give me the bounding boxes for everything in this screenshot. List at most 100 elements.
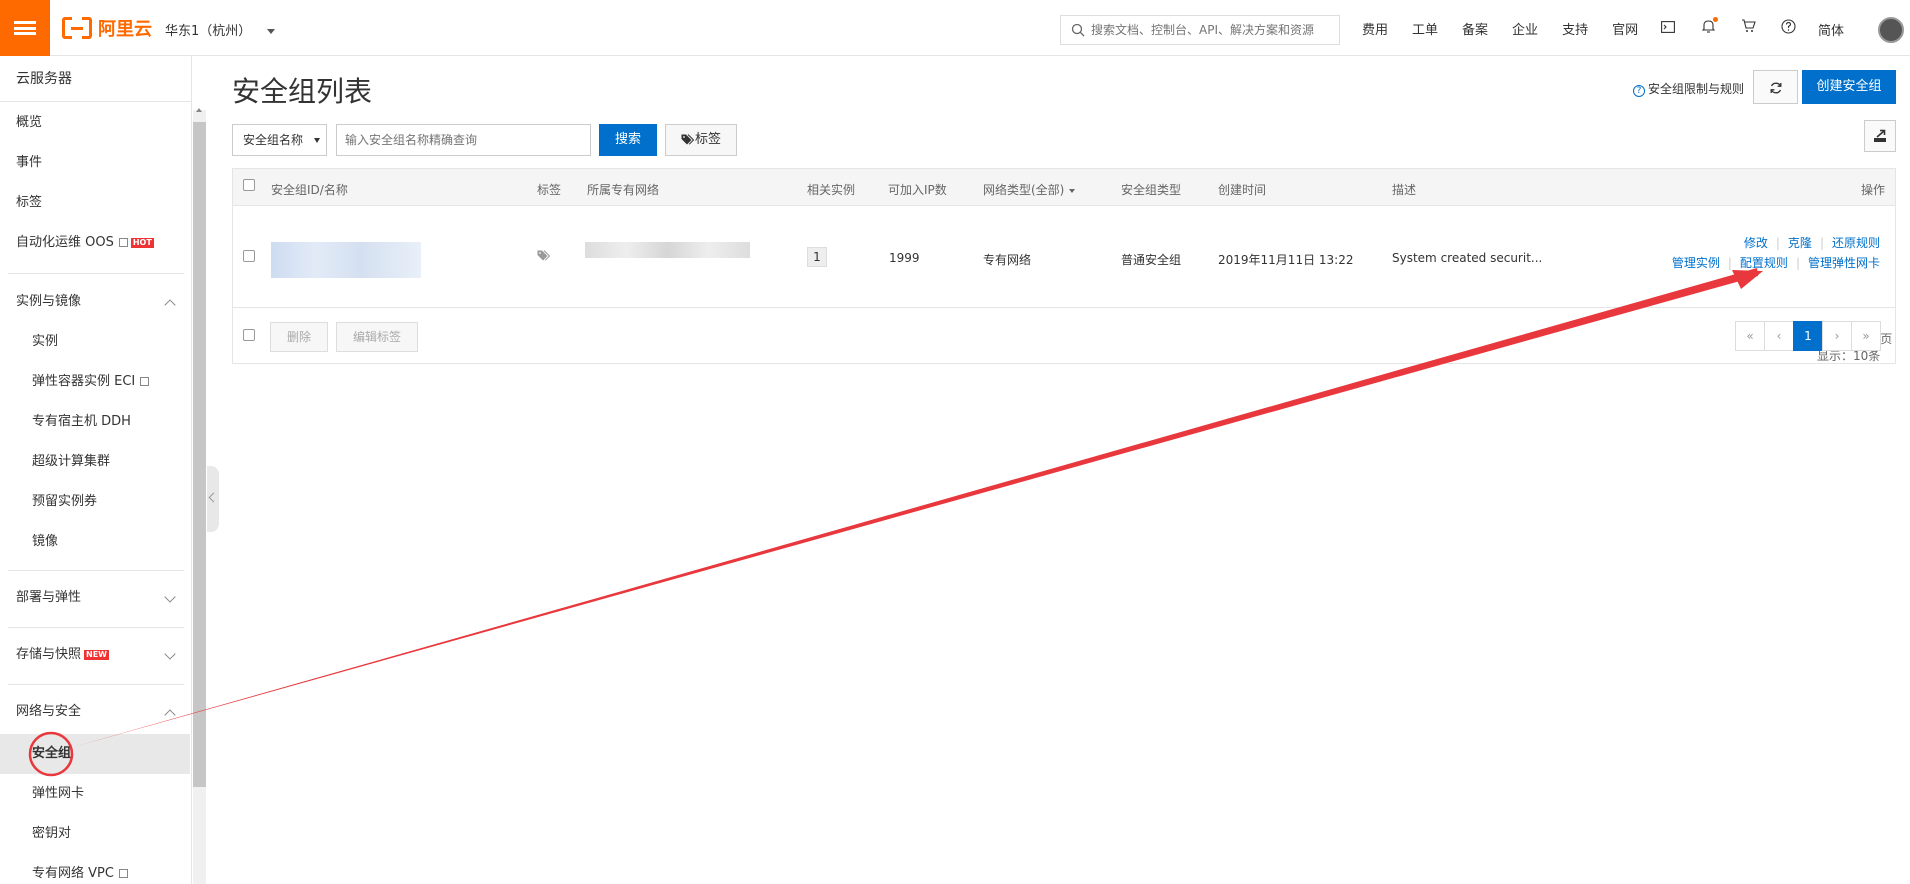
description-value: System created securit... <box>1392 251 1543 265</box>
op-modify-link[interactable]: 修改 <box>1744 236 1768 250</box>
sidebar-title[interactable]: 云服务器 <box>0 56 191 102</box>
create-security-group-button[interactable]: 创建安全组 <box>1802 70 1896 104</box>
external-link-icon <box>140 377 150 386</box>
nav-link-website[interactable]: 官网 <box>1600 19 1650 38</box>
sidebar-item-images[interactable]: 镜像 <box>0 522 190 562</box>
page-last-button[interactable]: » <box>1851 321 1881 351</box>
external-link-icon <box>118 238 128 247</box>
sidebar-item-keypair[interactable]: 密钥对 <box>0 814 190 854</box>
limits-rules-link[interactable]: ? 安全组限制与规则 <box>1633 80 1744 97</box>
col-header-id-name: 安全组ID/名称 <box>271 183 348 197</box>
sidebar-item-label: 标签 <box>16 195 43 210</box>
sidebar-item-label: 安全组 <box>32 746 72 761</box>
top-links: 费用 工单 备案 企业 支持 官网 <box>1350 0 1650 56</box>
page-prev-button[interactable]: ‹ <box>1764 321 1794 351</box>
language-switch[interactable]: 简体 <box>1818 20 1844 39</box>
col-header-instances: 相关实例 <box>807 183 856 197</box>
sidebar-scrollbar-thumb[interactable] <box>193 122 206 787</box>
separator: | <box>1795 256 1800 270</box>
vpc-id-redacted[interactable] <box>585 242 750 258</box>
row-checkbox[interactable] <box>243 250 255 262</box>
divider <box>8 273 184 274</box>
security-group-query-input[interactable] <box>336 124 591 156</box>
op-clone-link[interactable]: 克隆 <box>1788 236 1812 250</box>
sg-type-value: 普通安全组 <box>1121 253 1182 267</box>
related-instances-count[interactable]: 1 <box>807 247 827 267</box>
export-button[interactable] <box>1864 120 1896 152</box>
sidebar-collapse-handle[interactable] <box>207 466 219 532</box>
global-search[interactable] <box>1060 15 1340 45</box>
logo-text: 阿里云 <box>98 19 152 40</box>
sidebar: 云服务器 概览 事件 标签 自动化运维 OOS HOT 实例与镜像 实例 弹性容器… <box>0 56 192 884</box>
sidebar-item-vpc[interactable]: 专有网络 VPC <box>0 854 190 884</box>
col-header-sg-type: 安全组类型 <box>1121 183 1182 197</box>
col-header-ip-count: 可加入IP数 <box>888 183 947 197</box>
sidebar-item-supercluster[interactable]: 超级计算集群 <box>0 442 190 482</box>
aliyun-logo[interactable]: 阿里云 <box>62 16 152 42</box>
help-icon[interactable] <box>1768 18 1808 38</box>
caret-down-icon <box>1069 188 1076 193</box>
page-1-button[interactable]: 1 <box>1793 321 1823 351</box>
sidebar-item-eni[interactable]: 弹性网卡 <box>0 774 190 814</box>
op-restore-rules-link[interactable]: 还原规则 <box>1832 236 1880 250</box>
sidebar-section-label: 实例与镜像 <box>16 294 82 309</box>
user-avatar[interactable] <box>1878 17 1904 43</box>
sidebar-item-events[interactable]: 事件 <box>0 143 190 183</box>
nav-link-support[interactable]: 支持 <box>1550 19 1600 38</box>
sidebar-item-ddh[interactable]: 专有宿主机 DDH <box>0 402 190 442</box>
menu-icon[interactable] <box>0 0 50 56</box>
sidebar-item-overview[interactable]: 概览 <box>0 103 190 143</box>
separator: | <box>1819 236 1824 250</box>
row-ops-line2: 管理实例 | 配置规则 | 管理弹性网卡 <box>1672 254 1880 271</box>
sidebar-section-network[interactable]: 网络与安全 <box>0 692 190 732</box>
divider <box>8 684 184 685</box>
cart-icon[interactable] <box>1728 19 1768 37</box>
sidebar-item-tags[interactable]: 标签 <box>0 183 190 223</box>
refresh-button[interactable] <box>1753 70 1798 104</box>
nav-link-icp[interactable]: 备案 <box>1450 19 1500 38</box>
sidebar-section-instances[interactable]: 实例与镜像 <box>0 282 190 322</box>
op-config-rules-link[interactable]: 配置规则 <box>1740 256 1788 270</box>
row-tag-icon[interactable] <box>537 250 551 265</box>
op-manage-instances-link[interactable]: 管理实例 <box>1672 256 1720 270</box>
bell-icon[interactable] <box>1688 17 1728 37</box>
page-next-button[interactable]: › <box>1822 321 1852 351</box>
col-header-net-type-filter[interactable]: 网络类型(全部) <box>983 181 1076 198</box>
edit-tags-button[interactable]: 编辑标签 <box>336 322 418 352</box>
filter-field-select[interactable]: 安全组名称 <box>232 124 327 156</box>
region-label: 华东1（杭州） <box>165 24 252 39</box>
search-icon <box>1071 23 1085 37</box>
chevron-up-icon <box>164 709 176 721</box>
security-group-id-redacted[interactable] <box>271 242 421 278</box>
aliyun-logo-icon <box>62 16 92 42</box>
nav-link-billing[interactable]: 费用 <box>1350 19 1400 38</box>
sidebar-item-oos[interactable]: 自动化运维 OOS HOT <box>0 223 190 263</box>
scroll-up-arrow-icon[interactable] <box>196 108 202 112</box>
chevron-up-icon <box>164 299 176 311</box>
footer-select-all-checkbox[interactable] <box>243 329 255 341</box>
ip-count-value: 1999 <box>889 251 920 265</box>
export-icon <box>1874 129 1886 142</box>
sidebar-section-deploy[interactable]: 部署与弹性 <box>0 578 190 618</box>
op-manage-eni-link[interactable]: 管理弹性网卡 <box>1808 256 1880 270</box>
search-button[interactable]: 搜索 <box>599 124 657 156</box>
sidebar-section-storage[interactable]: 存储与快照 NEW <box>0 635 190 675</box>
sidebar-item-reserved[interactable]: 预留实例券 <box>0 482 190 522</box>
nav-link-enterprise[interactable]: 企业 <box>1500 19 1550 38</box>
sidebar-item-label: 超级计算集群 <box>32 454 111 469</box>
sidebar-item-instances[interactable]: 实例 <box>0 322 190 362</box>
terminal-icon[interactable] <box>1648 19 1688 37</box>
col-header-ops: 操作 <box>1861 183 1886 197</box>
sidebar-item-label: 镜像 <box>32 534 59 549</box>
sidebar-item-eci[interactable]: 弹性容器实例 ECI <box>0 362 190 402</box>
page-first-button[interactable]: « <box>1735 321 1765 351</box>
table-row: 1 1999 专有网络 普通安全组 2019年11月11日 13:22 Syst… <box>233 206 1895 308</box>
global-search-input[interactable] <box>1091 23 1331 37</box>
tag-filter-button[interactable]: 标签 <box>665 124 737 156</box>
region-selector[interactable]: 华东1（杭州） <box>165 20 276 39</box>
delete-button[interactable]: 删除 <box>270 322 328 352</box>
nav-link-tickets[interactable]: 工单 <box>1400 19 1450 38</box>
sidebar-section-label: 部署与弹性 <box>16 590 82 605</box>
select-all-checkbox[interactable] <box>243 179 255 191</box>
sidebar-item-security-group[interactable]: 安全组 <box>0 734 190 774</box>
